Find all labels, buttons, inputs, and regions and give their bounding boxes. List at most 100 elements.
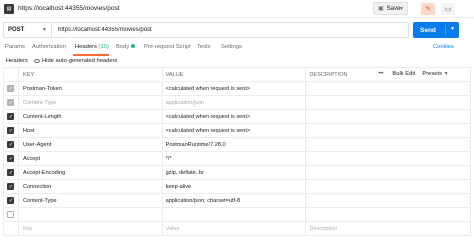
send-label: Send (420, 26, 436, 34)
row-description[interactable] (305, 151, 471, 166)
row-key[interactable]: Content-Length (17, 109, 163, 124)
table-row: ✓ Content-Type application/json (3, 95, 471, 110)
row-value[interactable]: <calculated when request is sent> (161, 109, 307, 124)
row-value[interactable]: keep-alive (161, 179, 307, 194)
new-description-input[interactable]: Description (305, 221, 471, 236)
row-value[interactable]: application/json; charset=utf-8 (161, 193, 307, 208)
tab-pre-request-script[interactable]: Pre-request Script (144, 44, 191, 50)
row-checkbox-cell: ✓ (3, 123, 19, 138)
row-checkbox-cell: ✓ (3, 137, 19, 152)
headers-count: (10) (98, 44, 109, 50)
row-checkbox[interactable]: ✓ (7, 141, 15, 148)
row-key[interactable] (17, 207, 163, 222)
cookies-link[interactable]: Cookies (433, 44, 454, 50)
table-row (3, 207, 471, 222)
column-key: KEY (17, 67, 163, 82)
headers-table: KEY VALUE DESCRIPTION ••• Bulk Edit Pres… (3, 67, 471, 236)
row-checkbox-cell: ✓ (3, 109, 19, 124)
hide-auto-generated-toggle[interactable]: Hide auto-generated headers (34, 58, 117, 64)
row-key[interactable]: Accept-Encoding (17, 165, 163, 180)
row-key[interactable]: Content-Type (17, 95, 163, 110)
table-row: ✓ Postman-Token <calculated when request… (3, 81, 471, 96)
column-value: VALUE (161, 67, 307, 82)
row-key[interactable]: Connection (17, 179, 163, 194)
row-value[interactable]: gzip, deflate, br (161, 165, 307, 180)
row-key[interactable]: User-Agent (17, 137, 163, 152)
send-button[interactable]: Send ▼ (413, 22, 459, 38)
table-row: ✓ Host <calculated when request is sent> (3, 123, 471, 138)
row-key[interactable]: Content-Type (17, 193, 163, 208)
row-checkbox[interactable]: ✓ (7, 169, 15, 176)
row-checkbox-cell: ✓ (3, 151, 19, 166)
row-description[interactable] (305, 95, 471, 110)
new-value-input[interactable]: Value (161, 221, 307, 236)
table-row: ✓ Content-Type application/json; charset… (3, 193, 471, 208)
row-value[interactable]: */* (161, 151, 307, 166)
new-header-row: Key Value Description (3, 221, 471, 236)
row-checkbox[interactable] (7, 211, 15, 218)
row-key[interactable]: Host (17, 123, 163, 138)
row-checkbox-cell: ✓ (3, 193, 19, 208)
row-checkbox[interactable]: ✓ (7, 99, 15, 106)
subtab-headers[interactable]: Headers (6, 58, 28, 64)
chevron-down-icon: ▼ (42, 27, 47, 33)
bulk-edit-button[interactable]: Bulk Edit (392, 71, 415, 77)
row-checkbox-cell (3, 207, 19, 222)
row-description[interactable] (305, 207, 471, 222)
row-value[interactable]: application/json (161, 95, 307, 110)
tab-settings[interactable]: Settings (221, 44, 242, 50)
tab-headers[interactable]: Headers (10) (75, 44, 109, 50)
row-checkbox[interactable]: ✓ (7, 155, 15, 162)
header-check-cell (3, 67, 19, 82)
pencil-icon: ✎ (425, 6, 431, 13)
row-description[interactable] (305, 137, 471, 152)
tab-authorization[interactable]: Authorization (32, 44, 66, 50)
row-checkbox[interactable]: ✓ (7, 113, 15, 120)
more-options-icon[interactable]: ••• (378, 71, 383, 77)
chevron-down-icon[interactable]: ▼ (399, 6, 404, 12)
request-tabs: Params Authorization Headers (10) Body P… (0, 41, 474, 55)
tab-tests[interactable]: Tests (197, 44, 211, 50)
method-select[interactable]: POST ▼ (4, 23, 52, 37)
tab-body[interactable]: Body (116, 44, 136, 50)
row-value[interactable]: <calculated when request is sent> (161, 123, 307, 138)
row-description[interactable] (305, 179, 471, 194)
eye-off-icon (34, 59, 40, 63)
row-checkbox[interactable]: ✓ (7, 183, 15, 190)
row-value[interactable]: PostmanRuntime/7.28.0 (161, 137, 307, 152)
edit-button[interactable]: ✎ (421, 3, 435, 15)
request-title[interactable]: https://localhost:44355/movies/post (18, 5, 120, 12)
row-key[interactable]: Postman-Token (17, 81, 163, 96)
row-description[interactable] (305, 165, 471, 180)
row-description[interactable] (305, 109, 471, 124)
row-value[interactable]: <calculated when request is sent> (161, 81, 307, 96)
save-button[interactable]: ▣ Save ▼ (373, 2, 408, 15)
row-description[interactable] (305, 81, 471, 96)
table-row: ✓ Accept-Encoding gzip, deflate, br (3, 165, 471, 180)
column-description: DESCRIPTION ••• Bulk Edit Presets ▼ (305, 67, 471, 82)
presets-label: Presets (422, 71, 443, 77)
row-checkbox-cell: ✓ (3, 179, 19, 194)
table-header-row: KEY VALUE DESCRIPTION ••• Bulk Edit Pres… (3, 67, 471, 82)
chevron-down-icon: ▼ (443, 71, 449, 77)
row-checkbox[interactable]: ✓ (7, 127, 15, 134)
new-key-input[interactable]: Key (17, 221, 163, 236)
row-value[interactable] (161, 207, 307, 222)
documentation-button[interactable]: ▭ (441, 3, 455, 15)
row-checkbox-cell: ✓ (3, 81, 19, 96)
chevron-down-icon[interactable]: ▼ (450, 26, 455, 32)
table-row: ✓ Content-Length <calculated when reques… (3, 109, 471, 124)
row-checkbox-cell: ✓ (3, 165, 19, 180)
row-description[interactable] (305, 193, 471, 208)
row-key[interactable]: Accept (17, 151, 163, 166)
url-input[interactable] (52, 27, 392, 33)
tab-params[interactable]: Params (5, 44, 25, 50)
save-icon: ▣ (378, 6, 384, 12)
presets-dropdown[interactable]: Presets ▼ (422, 71, 448, 77)
row-description[interactable] (305, 123, 471, 138)
row-checkbox[interactable]: ✓ (7, 197, 15, 204)
row-checkbox[interactable]: ✓ (7, 85, 15, 92)
url-bar: POST ▼ (3, 22, 409, 38)
table-row: ✓ Connection keep-alive (3, 179, 471, 194)
body-indicator-dot (131, 44, 136, 49)
